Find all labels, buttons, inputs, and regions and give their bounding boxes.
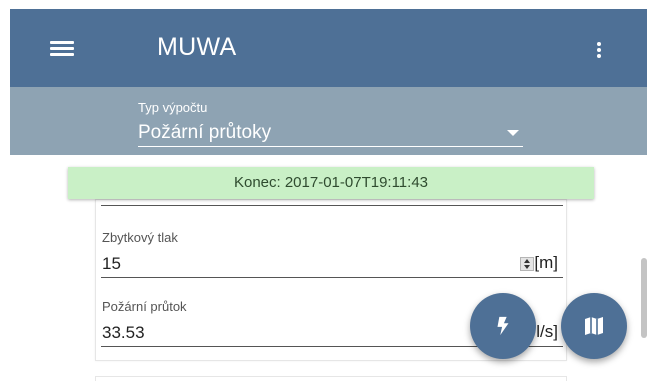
more-options-icon[interactable] [584,34,614,66]
fire-flow-unit: l/s] [536,322,558,341]
app-title: MUWA [157,33,237,61]
app-root: MUWA Typ výpočtu Požární průtoky Zbytkov… [0,0,647,381]
calc-type-band: Typ výpočtu Požární průtoky [10,87,647,155]
run-calculation-button[interactable] [470,293,536,359]
map-icon [585,317,603,335]
number-spinner-icon[interactable] [520,257,534,271]
previous-field-underline [101,205,563,206]
residual-pressure-unit: [m] [534,253,558,272]
fire-flow-label: Požární průtok [102,299,187,314]
next-card [95,376,567,381]
residual-pressure-label: Zbytkový tlak [102,230,178,245]
scrollbar[interactable] [641,258,647,338]
map-button[interactable] [561,293,627,359]
residual-pressure-input[interactable] [101,250,563,278]
menu-icon[interactable] [42,35,82,63]
calc-type-value: Požární průtoky [138,122,272,143]
lightning-icon [497,316,509,336]
top-app-bar: MUWA [10,9,647,87]
status-banner: Konec: 2017-01-07T19:11:43 [68,167,594,199]
calc-type-label: Typ výpočtu [138,100,208,115]
dropdown-arrow-icon [507,130,519,136]
calc-type-select[interactable]: Požární průtoky [138,121,523,147]
